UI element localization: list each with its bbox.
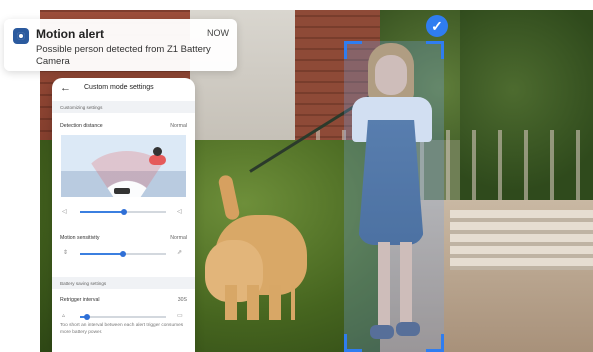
check-icon: ✓ [426, 15, 448, 37]
retrigger-note: Too short an interval between each alert… [60, 323, 184, 335]
retrigger-interval-label: Retrigger interval [60, 297, 100, 303]
speaker-high-icon: ◁ [177, 209, 182, 215]
person-high-icon: ⇗ [177, 250, 183, 256]
detection-corner [344, 41, 362, 59]
person-icon-body [149, 155, 166, 165]
motion-sensitivity-value: Normal [170, 235, 187, 241]
person-icon [153, 147, 162, 156]
page-title: Custom mode settings [84, 84, 154, 91]
slider-fill [80, 253, 123, 255]
motion-sensitivity-slider[interactable] [80, 251, 166, 257]
slider-knob[interactable] [120, 251, 126, 257]
timer-long-icon: ▭ [177, 313, 183, 319]
custom-mode-settings-panel: ← Custom mode settings Customizing setti… [52, 78, 195, 352]
person-detection-box [344, 41, 444, 352]
notification-title: Motion alert [36, 27, 104, 41]
slider-knob[interactable] [83, 314, 90, 320]
retrigger-interval-value: 30S [177, 297, 187, 303]
camera-icon [114, 188, 130, 194]
retrigger-interval-slider[interactable] [80, 314, 166, 320]
section-battery-saving: Battery saving settings [52, 277, 195, 289]
dog-legs [225, 285, 295, 320]
detection-corner [426, 334, 444, 352]
camera-app-icon [13, 28, 29, 44]
notification-body: Possible person detected from Z1 Battery… [36, 44, 211, 67]
detection-distance-value: Normal [170, 123, 187, 129]
slider-knob[interactable] [120, 209, 127, 215]
detection-corner [344, 334, 362, 352]
steps [450, 210, 593, 270]
motion-sensitivity-label: Motion sensitivity [60, 235, 100, 241]
slider-fill [80, 211, 124, 213]
back-arrow-icon[interactable]: ← [60, 82, 71, 94]
notification-time: NOW [207, 28, 229, 38]
motion-alert-notification[interactable]: Motion alert NOW Possible person detecte… [4, 19, 237, 71]
detection-distance-label: Detection distance [60, 123, 103, 129]
panel-header: ← Custom mode settings [52, 78, 195, 100]
detection-distance-slider[interactable] [80, 209, 166, 215]
detection-corner [426, 41, 444, 59]
person-low-icon: ⇕ [63, 250, 69, 256]
detection-range-illustration [61, 135, 186, 197]
speaker-low-icon: ◁ [62, 209, 67, 215]
section-customizing: Customizing settings [52, 101, 195, 113]
timer-short-icon: ▵ [62, 313, 66, 319]
